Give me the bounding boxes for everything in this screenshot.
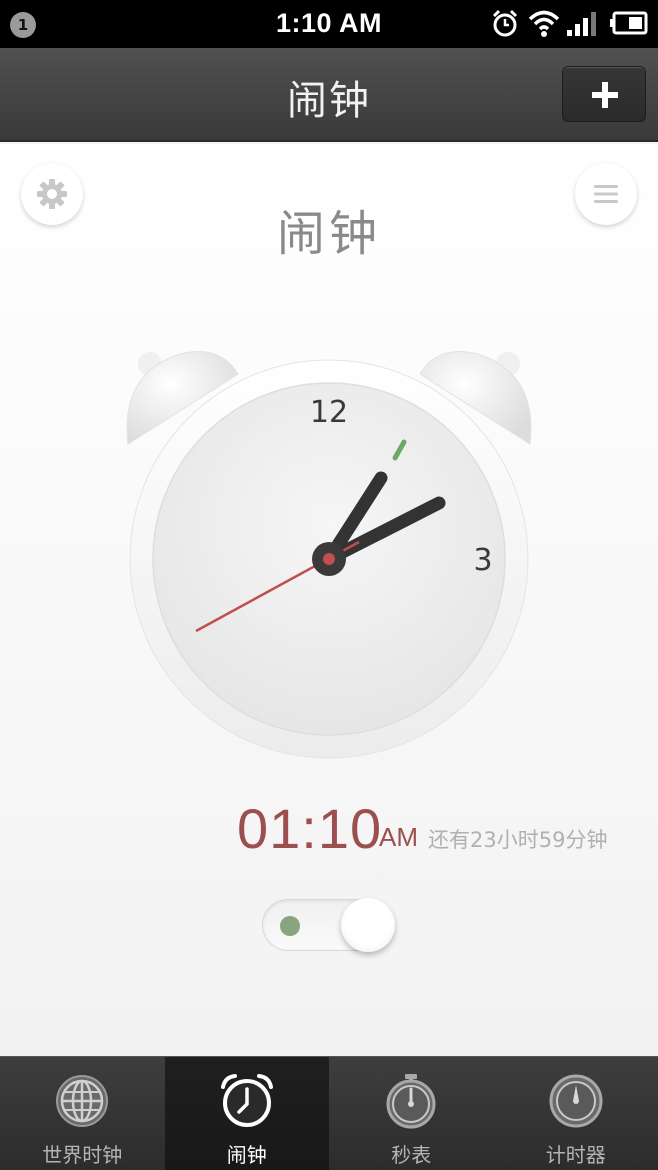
add-alarm-button[interactable] [562,66,646,122]
page-title: 闹钟 [287,78,371,124]
analog-clock[interactable]: 12 3 [110,334,548,774]
alarm-ampm: AM [379,822,418,852]
alarm-time: 01:10 [237,797,383,860]
hub-center [323,553,335,565]
timer-icon [549,1074,602,1128]
status-bar: 1 1:10 AM [0,0,658,48]
alarm-label: 闹钟 [276,206,381,262]
tab-timer[interactable]: 计时器 [494,1057,658,1170]
bottom-nav: 世界时钟 闹钟 秒表 计时器 [0,1056,658,1170]
toggle-indicator-dot [280,916,300,936]
menu-button[interactable] [575,163,637,225]
alarm-icon [492,9,518,37]
tab-stopwatch[interactable]: 秒表 [329,1057,494,1170]
alarm-main: 闹钟 12 3 01:10 AM 还有23小时59分钟 [0,144,658,1056]
tab-label: 世界时钟 [42,1143,123,1167]
wifi-icon [528,10,560,37]
tab-alarm[interactable]: 闹钟 [164,1057,329,1170]
stopwatch-icon [386,1074,436,1129]
alarm-toggle[interactable] [262,898,395,952]
time-remaining: 还有23小时59分钟 [428,828,608,852]
numeral-12: 12 [310,395,348,430]
tab-world-clock[interactable]: 世界时钟 [0,1057,165,1170]
numeral-3: 3 [473,543,492,578]
signal-icon [567,12,596,36]
menu-lines-icon [594,185,618,203]
app-header: 闹钟 [0,48,658,142]
tab-label: 计时器 [545,1143,606,1167]
tab-label: 闹钟 [226,1143,267,1167]
globe-icon [56,1075,108,1127]
battery-icon [610,11,648,35]
plus-icon [592,82,618,108]
alarm-clock-icon [220,1074,273,1127]
toggle-knob[interactable] [341,898,395,952]
tab-label: 秒表 [391,1143,432,1167]
